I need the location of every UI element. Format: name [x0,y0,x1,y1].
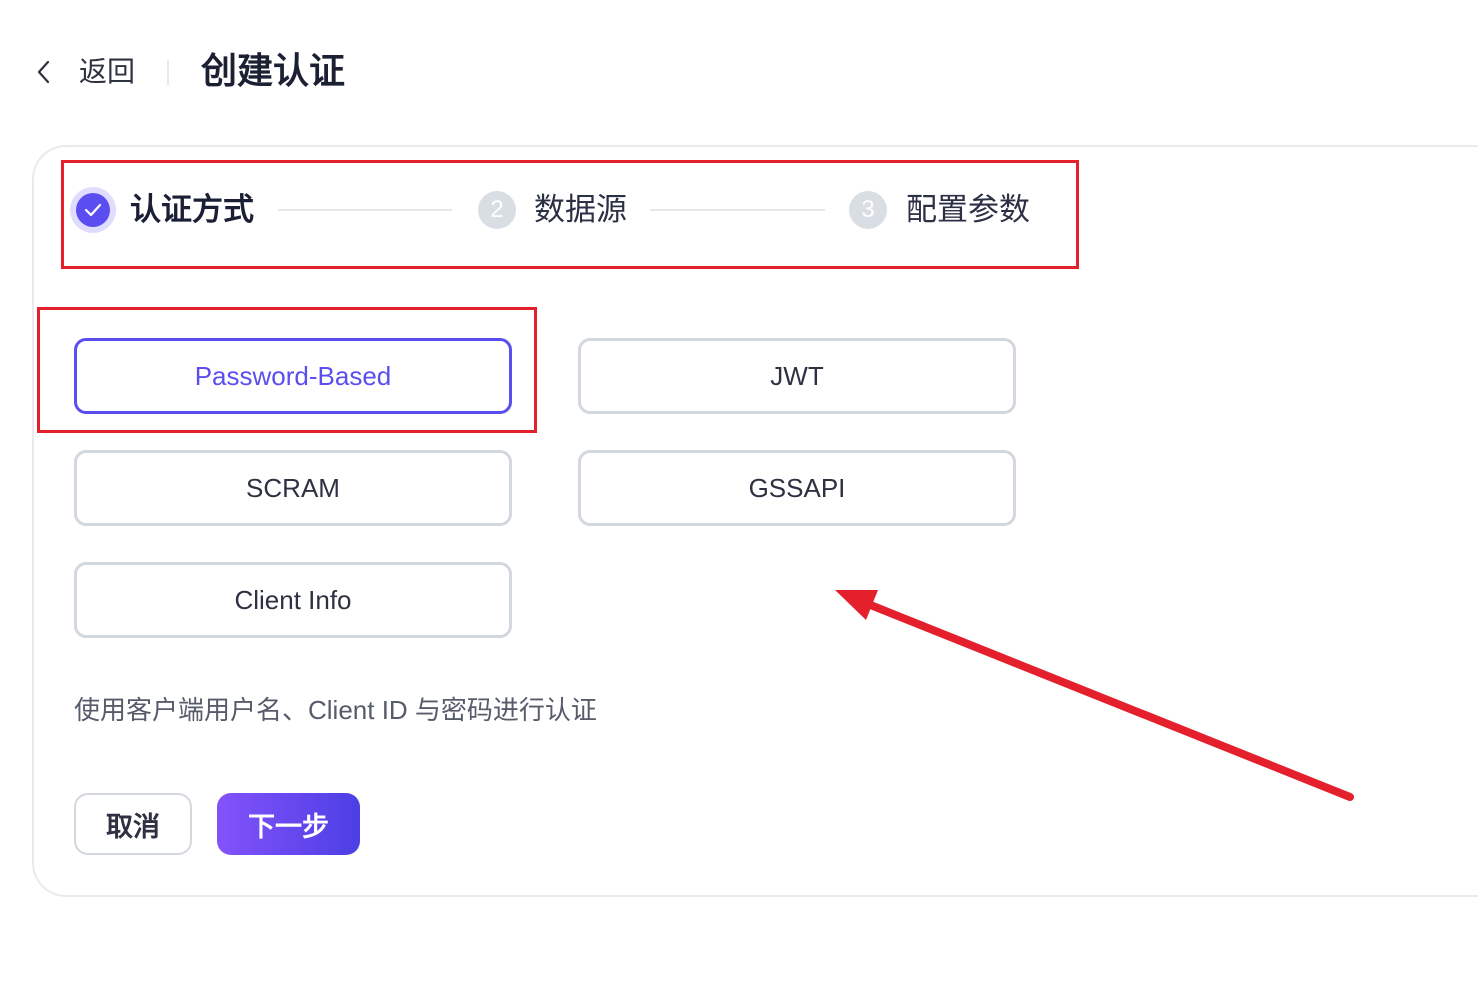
option-label: GSSAPI [748,472,846,503]
next-step-button[interactable]: 下一步 [217,793,360,855]
option-label: Client Info [234,584,352,615]
step-connector [650,209,825,211]
page-title: 创建认证 [201,50,346,91]
back-link[interactable]: 返回 [79,52,135,92]
step-connector [278,209,452,211]
chevron-left-icon[interactable] [34,58,54,86]
step-2-label: 数据源 [534,192,627,227]
step-2-indicator: 2 [478,191,516,229]
option-client-info[interactable]: Client Info [74,562,512,638]
auth-method-options: Password-Based JWT SCRAM GSSAPI Client I… [74,338,1016,638]
method-description: 使用客户端用户名、Client ID 与密码进行认证 [74,695,597,725]
step-1-indicator [76,193,110,227]
option-label: JWT [770,360,824,391]
cancel-button[interactable]: 取消 [74,793,192,855]
option-label: Password-Based [194,360,392,391]
option-gssapi[interactable]: GSSAPI [578,450,1016,526]
option-scram[interactable]: SCRAM [74,450,512,526]
step-1-label: 认证方式 [130,192,254,227]
check-icon [84,203,102,217]
step-3-indicator: 3 [849,191,887,229]
option-password-based[interactable]: Password-Based [74,338,512,414]
header-divider [167,60,169,85]
option-jwt[interactable]: JWT [578,338,1016,414]
step-3-label: 配置参数 [906,192,1030,227]
option-label: SCRAM [246,472,340,503]
